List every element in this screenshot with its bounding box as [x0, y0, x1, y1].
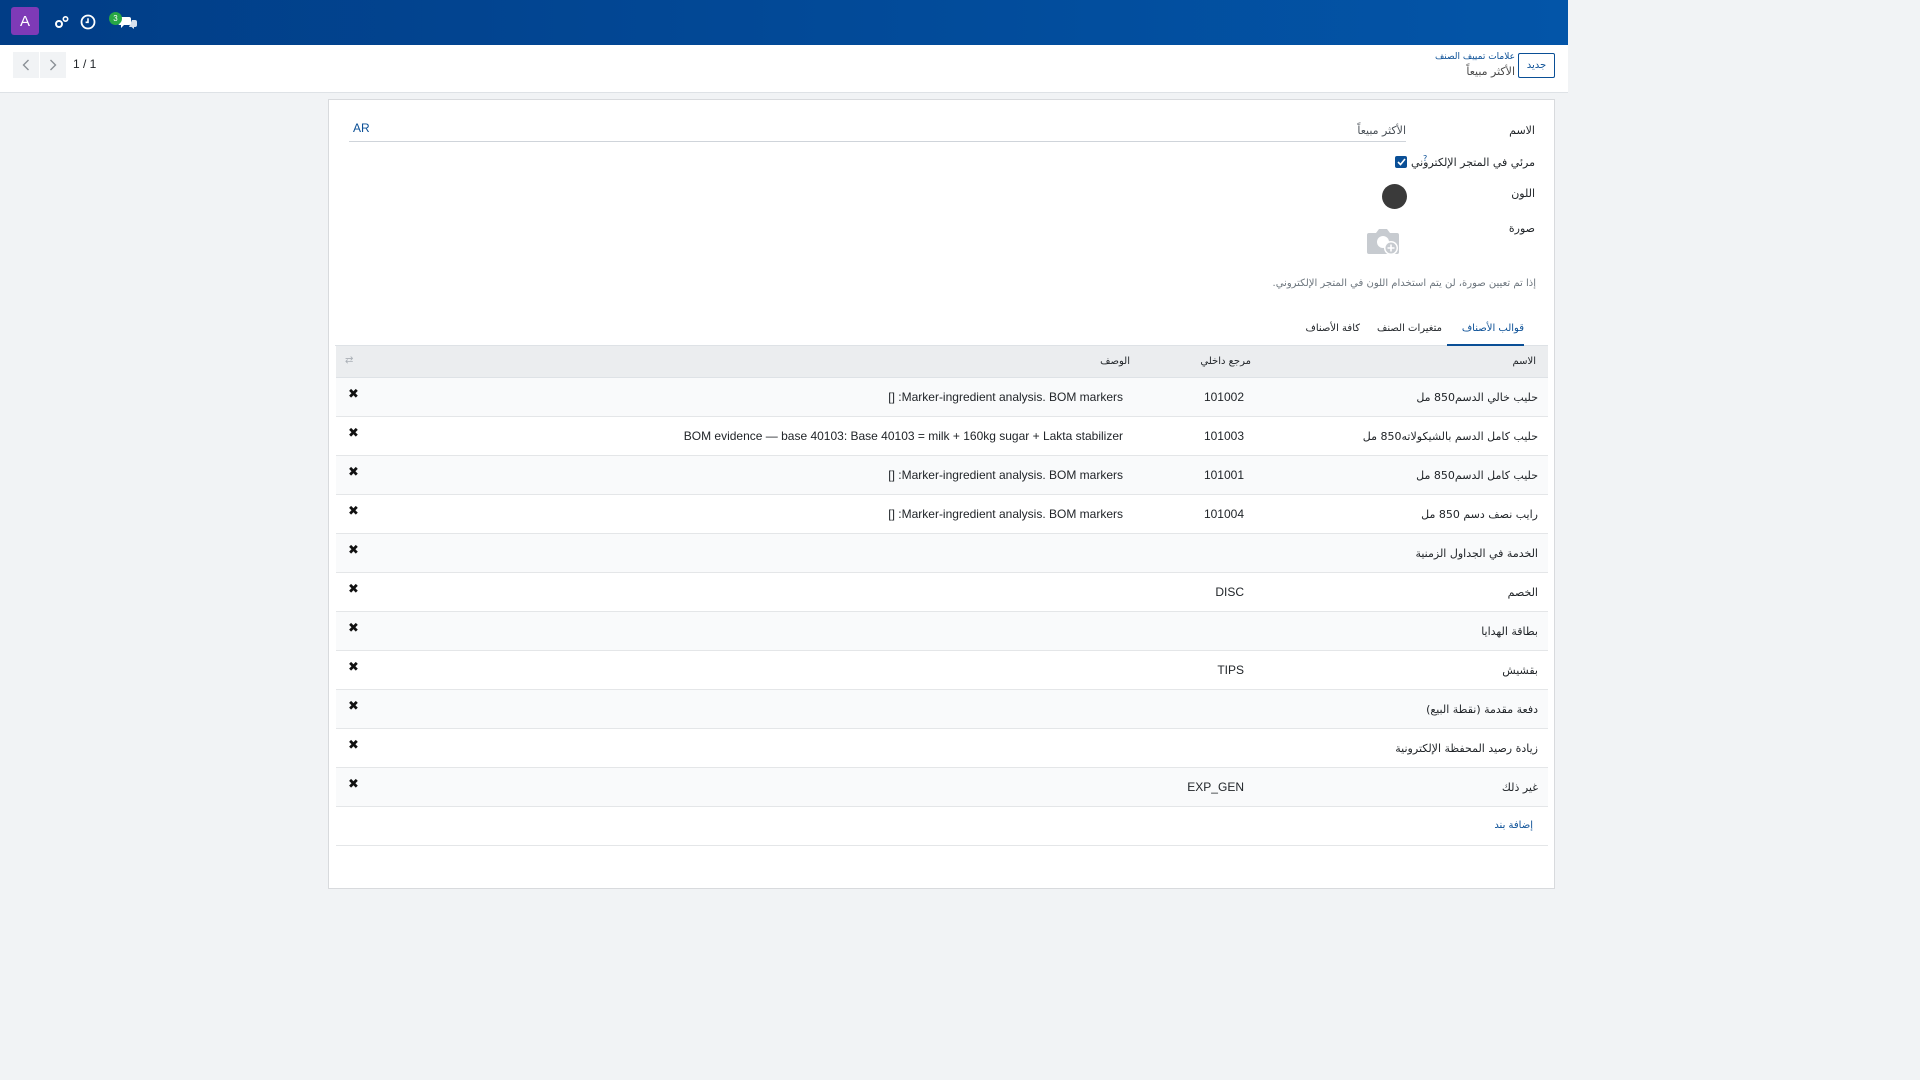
cell-name[interactable]: الخدمة في الجداول الزمنية [1415, 547, 1538, 560]
clock-icon[interactable] [78, 12, 98, 32]
ecommerce-visible-label: مرئي في المتجر الإلكتروني [1410, 156, 1535, 169]
pager-value[interactable]: 1 / 1 [73, 57, 96, 71]
color-label: اللون [1511, 187, 1535, 200]
cell-name[interactable]: دفعة مقدمة (نقطة البيع) [1426, 703, 1538, 716]
remove-row-icon[interactable]: ✖ [348, 387, 359, 402]
form-sheet: الاسم الأكثر مبيعاً AR مرئي في المتجر ال… [328, 99, 1555, 889]
cell-ref[interactable]: 101004 [1204, 507, 1244, 521]
table-row[interactable]: الخدمة في الجداول الزمنية ✖ [336, 534, 1548, 573]
remove-row-icon[interactable]: ✖ [348, 504, 359, 519]
cell-name[interactable]: الخصم [1508, 586, 1538, 599]
name-label: الاسم [1509, 124, 1535, 137]
column-header-desc[interactable]: الوصف [1100, 356, 1130, 367]
table-row[interactable]: دفعة مقدمة (نقطة البيع) ✖ [336, 690, 1548, 729]
optional-columns-icon[interactable]: ⇄ [345, 355, 353, 366]
pager-previous-button[interactable] [13, 52, 39, 78]
table-row[interactable]: بطاقة الهدايا ✖ [336, 612, 1548, 651]
cell-name[interactable]: حليب خالي الدسم850 مل [1416, 391, 1538, 404]
cell-ref[interactable]: 101001 [1204, 468, 1244, 482]
cell-desc[interactable]: [] :Marker-ingredient analysis. BOM mark… [888, 468, 1123, 482]
add-line-row: إضافة بند [336, 807, 1548, 846]
cell-desc[interactable]: [] :Marker-ingredient analysis. BOM mark… [888, 390, 1123, 404]
ecommerce-visible-checkbox[interactable] [1395, 156, 1407, 168]
chevron-left-icon [22, 59, 29, 71]
table-row[interactable]: حليب كامل الدسم بالشيكولاته850 مل 101003 B… [336, 417, 1548, 456]
cell-ref[interactable]: 101002 [1204, 390, 1244, 404]
remove-row-icon[interactable]: ✖ [348, 426, 359, 441]
cell-name[interactable]: بطاقة الهدايا [1481, 625, 1538, 638]
table-header: الاسم مرجع داخلي الوصف ⇄ [336, 346, 1548, 378]
new-button[interactable]: جديد [1518, 53, 1555, 78]
cell-name[interactable]: حليب كامل الدسم850 مل [1416, 469, 1538, 482]
table-row[interactable]: حليب خالي الدسم850 مل 101002 [] :Marker-in… [336, 378, 1548, 417]
cell-name[interactable]: رايب نصف دسم 850 مل [1421, 508, 1538, 521]
help-tooltip-icon[interactable]: ? [1423, 154, 1427, 163]
table-row[interactable]: بقشيش TIPS ✖ [336, 651, 1548, 690]
remove-row-icon[interactable]: ✖ [348, 777, 359, 792]
control-panel: 1 / 1 [0, 45, 1568, 93]
cell-ref[interactable]: 101003 [1204, 429, 1244, 443]
table-row[interactable]: الخصم DISC ✖ [336, 573, 1548, 612]
name-input[interactable]: الأكثر مبيعاً [1357, 124, 1406, 137]
table-row[interactable]: رايب نصف دسم 850 مل 101004 [] :Marker-ingr… [336, 495, 1548, 534]
name-input-underline [349, 141, 1406, 142]
breadcrumb-current: الأكثر مبيعاً [1466, 65, 1515, 78]
remove-row-icon[interactable]: ✖ [348, 699, 359, 714]
tab-all-products[interactable]: كافة الأصناف [1305, 323, 1360, 334]
camera-add-icon[interactable] [1365, 226, 1401, 259]
user-avatar[interactable]: A [11, 7, 39, 35]
check-icon [1396, 158, 1406, 166]
cell-ref[interactable]: TIPS [1217, 663, 1244, 677]
notebook-tabs: قوالب الأصناف متغيرات الصنف كافة الأصناف [335, 315, 1548, 346]
image-label: صورة [1508, 222, 1535, 235]
remove-row-icon[interactable]: ✖ [348, 621, 359, 636]
products-table: الاسم مرجع داخلي الوصف ⇄ حليب خالي الدسم… [336, 346, 1548, 846]
remove-row-icon[interactable]: ✖ [348, 738, 359, 753]
cell-name[interactable]: حليب كامل الدسم بالشيكولاته850 مل [1363, 430, 1538, 443]
column-header-ref[interactable]: مرجع داخلي [1200, 356, 1251, 367]
chevron-right-icon [50, 59, 57, 71]
messages-badge: 3 [109, 12, 122, 25]
tab-product-templates[interactable]: قوالب الأصناف [1462, 323, 1524, 334]
color-picker[interactable] [1382, 184, 1407, 209]
column-header-name[interactable]: الاسم [1512, 356, 1536, 367]
cell-name[interactable]: بقشيش [1502, 664, 1538, 677]
left-blank-area [0, 93, 328, 882]
settings-cogs-icon[interactable] [52, 12, 72, 32]
image-hint-text: إذا تم تعيين صورة، لن يتم استخدام اللون … [1272, 278, 1536, 289]
cell-ref[interactable]: DISC [1215, 585, 1244, 599]
tab-product-variants[interactable]: متغيرات الصنف [1377, 323, 1442, 334]
cell-desc[interactable]: [] :Marker-ingredient analysis. BOM mark… [888, 507, 1123, 521]
cell-ref[interactable]: EXP_GEN [1187, 780, 1244, 794]
remove-row-icon[interactable]: ✖ [348, 543, 359, 558]
table-row[interactable]: غير ذلك EXP_GEN ✖ [336, 768, 1548, 807]
table-row[interactable]: زيادة رصيد المحفظة الإلكترونية ✖ [336, 729, 1548, 768]
table-body: حليب خالي الدسم850 مل 101002 [] :Marker-in… [336, 378, 1548, 807]
remove-row-icon[interactable]: ✖ [348, 660, 359, 675]
language-button[interactable]: AR [353, 121, 370, 135]
remove-row-icon[interactable]: ✖ [348, 465, 359, 480]
table-row[interactable]: حليب كامل الدسم850 مل 101001 [] :Marker-in… [336, 456, 1548, 495]
breadcrumb-parent[interactable]: علامات تمييف الصنف [1435, 52, 1515, 62]
cell-name[interactable]: زيادة رصيد المحفظة الإلكترونية [1395, 742, 1538, 755]
pager-next-button[interactable] [40, 52, 66, 78]
cell-desc[interactable]: BOM evidence — base 40103: Base 40103 = … [684, 429, 1123, 443]
cell-name[interactable]: غير ذلك [1502, 781, 1538, 794]
top-navbar: A 3 [0, 0, 1568, 45]
add-line-link[interactable]: إضافة بند [1494, 820, 1533, 831]
remove-row-icon[interactable]: ✖ [348, 582, 359, 597]
